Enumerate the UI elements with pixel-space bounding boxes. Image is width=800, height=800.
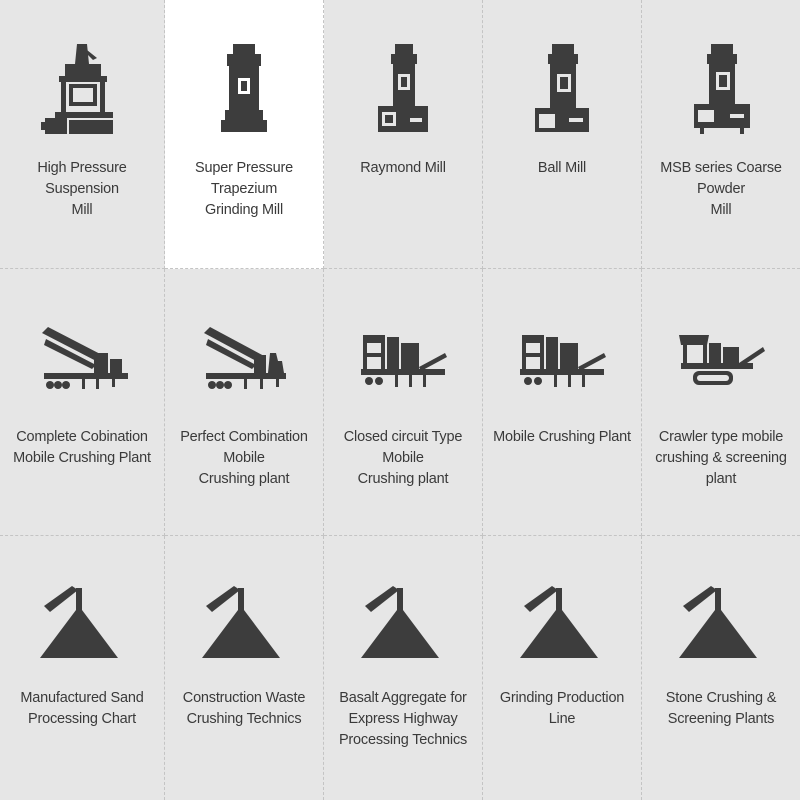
product-label: Crawler type mobile crushing & screening… [644, 427, 798, 490]
product-label-line1: Complete Cobination [16, 429, 148, 445]
product-label-line2: Mill [71, 202, 93, 218]
product-tile-grinding-production-line[interactable]: Grinding Production Line [483, 536, 642, 800]
product-label-line2: crushing & screening plant [655, 450, 787, 487]
crawler-crusher-icon [642, 305, 800, 405]
product-label: Construction Waste Crushing Technics [167, 688, 321, 730]
ball-mill-icon [483, 38, 641, 138]
product-tile-ball-mill[interactable]: Ball Mill [483, 0, 642, 269]
product-label: Manufactured Sand Processing Chart [2, 688, 162, 730]
product-label: Raymond Mill [326, 158, 480, 179]
product-tile-stone-crushing-screening-plants[interactable]: Stone Crushing & Screening Plants [642, 536, 800, 800]
product-label: Basalt Aggregate for Express Highway Pro… [326, 688, 480, 751]
product-label: Stone Crushing & Screening Plants [644, 688, 798, 730]
product-tile-super-pressure-trapezium-grinding-mill[interactable]: Super Pressure Trapezium Grinding Mill [165, 0, 324, 269]
product-label-line1: Grinding Production Line [499, 690, 625, 727]
product-label-line2: Crushing plant [357, 471, 449, 487]
product-label-line2: Express Highway [348, 711, 458, 727]
stockpile-conveyor-icon [324, 580, 482, 680]
stockpile-conveyor-icon [0, 580, 164, 680]
product-label: Complete Cobination Mobile Crushing Plan… [2, 427, 162, 469]
product-label-line3: Processing Technics [338, 732, 468, 748]
product-tile-high-pressure-suspension-mill[interactable]: High Pressure Suspension Mill [0, 0, 165, 269]
product-label-line1: Construction Waste [182, 690, 306, 706]
product-label-line1: High Pressure Suspension [37, 160, 127, 197]
product-label-line1: Ball Mill [537, 160, 587, 176]
product-tile-basalt-aggregate-express-highway[interactable]: Basalt Aggregate for Express Highway Pro… [324, 536, 483, 800]
product-label: Closed circuit Type Mobile Crushing plan… [326, 427, 480, 490]
stockpile-conveyor-icon [642, 580, 800, 680]
product-label-line1: Mobile Crushing Plant [493, 429, 631, 445]
product-label: Super Pressure Trapezium Grinding Mill [167, 158, 321, 221]
product-label-line1: Perfect Combination Mobile [180, 429, 308, 466]
mobile-crusher-icon [0, 305, 164, 405]
product-label-line2: Crushing Technics [186, 711, 302, 727]
product-label-line1: Stone Crushing & [665, 690, 777, 706]
mobile-crusher-truck-icon [324, 305, 482, 405]
product-label: Grinding Production Line [485, 688, 639, 730]
product-tile-construction-waste-crushing-technics[interactable]: Construction Waste Crushing Technics [165, 536, 324, 800]
product-grid: High Pressure Suspension Mill Super Pres… [0, 0, 800, 800]
product-label-line1: Manufactured Sand [20, 690, 144, 706]
product-tile-closed-circuit-type-mobile-crushing-plant[interactable]: Closed circuit Type Mobile Crushing plan… [324, 269, 483, 536]
product-tile-perfect-combination-mobile-crushing-plant[interactable]: Perfect Combination Mobile Crushing plan… [165, 269, 324, 536]
product-label-line2: Processing Chart [27, 711, 136, 727]
product-label-line2: Mill [710, 202, 732, 218]
raymond-mill-icon [324, 38, 482, 138]
msb-mill-icon [642, 38, 800, 138]
product-tile-manufactured-sand-processing-chart[interactable]: Manufactured Sand Processing Chart [0, 536, 165, 800]
product-tile-msb-series-coarse-powder-mill[interactable]: MSB series Coarse Powder Mill [642, 0, 800, 269]
product-label-line1: Crawler type mobile [658, 429, 784, 445]
trapezium-mill-icon [165, 38, 323, 138]
product-label-line1: Closed circuit Type Mobile [343, 429, 463, 466]
product-label: Perfect Combination Mobile Crushing plan… [167, 427, 321, 490]
product-label: Ball Mill [485, 158, 639, 179]
mobile-crusher-truck-icon [483, 305, 641, 405]
product-label: Mobile Crushing Plant [485, 427, 639, 448]
product-tile-crawler-type-mobile-crushing-screening-plant[interactable]: Crawler type mobile crushing & screening… [642, 269, 800, 536]
product-label-line1: Super Pressure Trapezium [195, 160, 293, 197]
product-tile-complete-cobination-mobile-crushing-plant[interactable]: Complete Cobination Mobile Crushing Plan… [0, 269, 165, 536]
hp-suspension-mill-icon [0, 38, 164, 138]
product-label-line2: Crushing plant [198, 471, 290, 487]
product-label-line2: Mobile Crushing Plant [13, 450, 151, 466]
product-label-line1: Raymond Mill [360, 160, 446, 176]
product-tile-mobile-crushing-plant[interactable]: Mobile Crushing Plant [483, 269, 642, 536]
product-label: MSB series Coarse Powder Mill [644, 158, 798, 221]
product-label-line1: Basalt Aggregate for [339, 690, 467, 706]
product-label-line1: MSB series Coarse Powder [660, 160, 782, 197]
product-tile-raymond-mill[interactable]: Raymond Mill [324, 0, 483, 269]
product-label-line2: Grinding Mill [205, 202, 283, 218]
product-label-line2: Screening Plants [667, 711, 775, 727]
stockpile-conveyor-icon [483, 580, 641, 680]
mobile-crusher-icon [165, 305, 323, 405]
product-label: High Pressure Suspension Mill [2, 158, 162, 221]
stockpile-conveyor-icon [165, 580, 323, 680]
